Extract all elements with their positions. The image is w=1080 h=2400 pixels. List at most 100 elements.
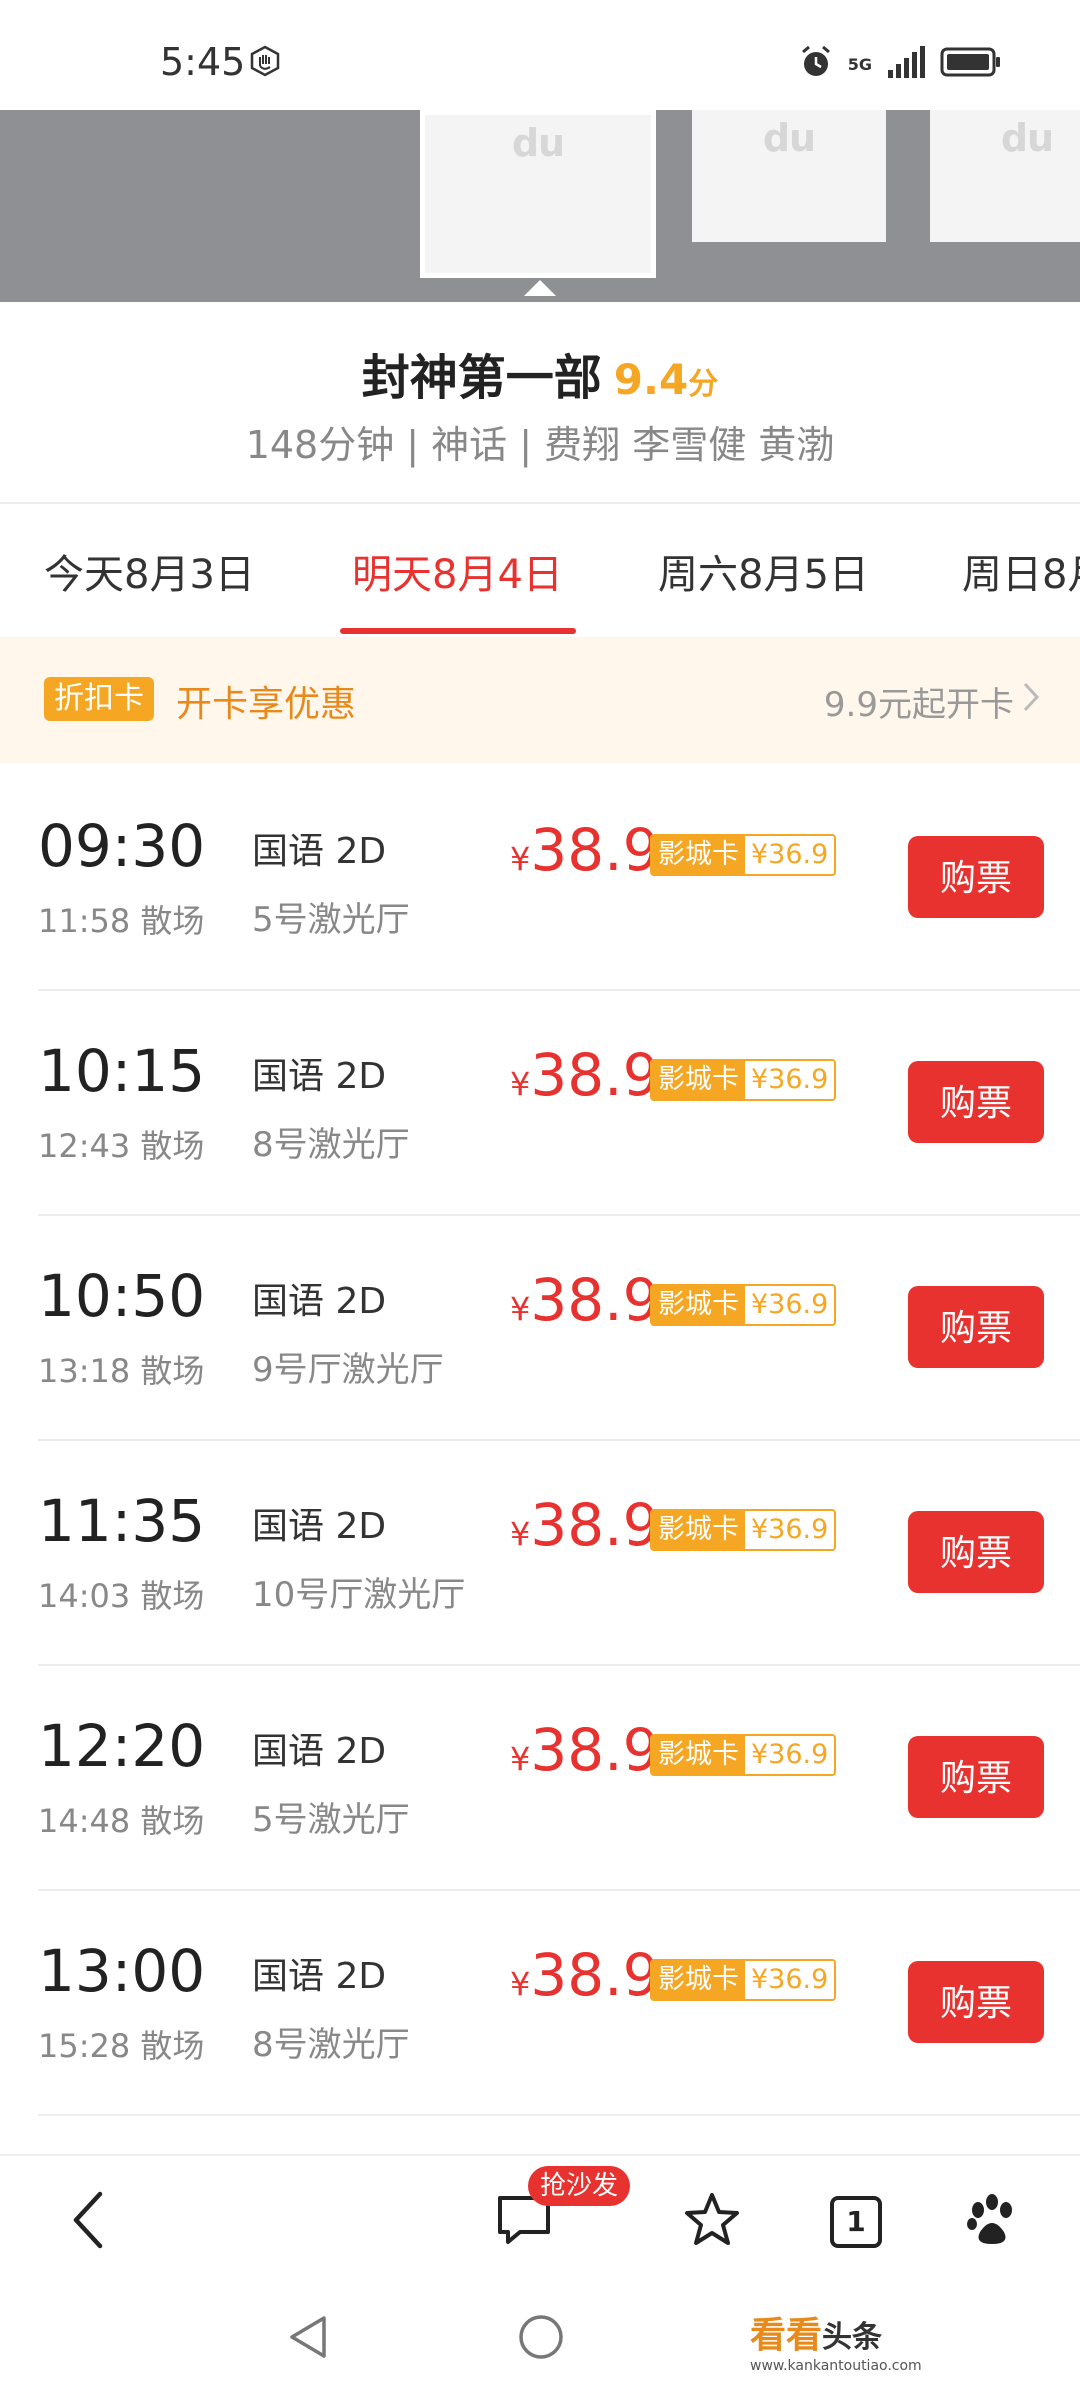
kankantoutiao-watermark: 看看头条 www.kankantoutiao.com [750, 2306, 922, 2374]
currency-symbol: ¥ [510, 1065, 531, 1103]
chevron-right-icon [1022, 681, 1040, 722]
hall-name: 9号厅激光厅 [252, 1350, 444, 1390]
selected-pointer [524, 280, 556, 296]
showtime-row: 10:15 12:43 散场 国语 2D 8号激光厅 ¥38.9 影城卡 ¥36.… [0, 991, 1080, 1216]
system-home-button[interactable] [506, 2304, 576, 2374]
price-amount: 38.9 [530, 1941, 660, 2009]
signal-icon [886, 46, 926, 82]
open-card-link[interactable]: 9.9元起开卡 [824, 677, 1040, 726]
sofa-badge: 抢沙发 [528, 2166, 631, 2206]
price-amount: 38.9 [530, 1716, 660, 1784]
du-logo: du [511, 121, 565, 165]
movie-score-unit: 分 [688, 367, 719, 402]
watermark-main-b: 头条 [822, 2320, 883, 2355]
currency-symbol: ¥ [510, 1740, 531, 1778]
tab-date-saturday[interactable]: 周六8月5日 [658, 542, 869, 600]
open-card-label: 9.9元起开卡 [823, 685, 1014, 725]
language-format: 国语 2D [252, 1281, 387, 1322]
card-label: 影城卡 [652, 836, 745, 874]
tab-date-sunday[interactable]: 周日8月6日 [962, 542, 1080, 600]
card-price: ¥36.9 [745, 836, 835, 874]
price: ¥38.9 [510, 1941, 660, 2009]
price: ¥38.9 [510, 1491, 660, 1559]
start-time: 13:00 [38, 1937, 206, 2005]
card-price: ¥36.9 [745, 1736, 835, 1774]
du-logo: du [1000, 116, 1054, 160]
movie-meta: 148分钟 | 神话 | 费翔 李雪健 黄渤 [245, 423, 835, 467]
language-format: 国语 2D [252, 1731, 387, 1772]
start-time: 10:15 [38, 1037, 206, 1105]
tab-date-today[interactable]: 今天8月3日 [44, 542, 255, 600]
price: ¥38.9 [510, 1041, 660, 1109]
showtime-row: 13:00 15:28 散场 国语 2D 8号激光厅 ¥38.9 影城卡 ¥36.… [0, 1891, 1080, 2116]
star-icon [682, 2191, 742, 2253]
price: ¥38.9 [510, 1716, 660, 1784]
movie-score: 9.4 [613, 355, 689, 404]
status-bar: 5:45 5G [0, 0, 1080, 110]
alarm-icon [798, 44, 834, 84]
discount-card-banner[interactable]: 折扣卡 开卡享优惠 9.9元起开卡 [0, 637, 1080, 763]
favorite-button[interactable] [672, 2182, 752, 2262]
cinema-card-tag: 影城卡 ¥36.9 [650, 1959, 837, 2001]
currency-symbol: ¥ [510, 1290, 531, 1328]
currency-symbol: ¥ [510, 840, 531, 878]
poster-strip[interactable]: du du du [0, 110, 1080, 302]
system-back-button[interactable] [274, 2304, 344, 2374]
hall-name: 8号激光厅 [252, 1125, 410, 1165]
buy-ticket-button[interactable]: 购票 [908, 836, 1044, 918]
showtime-row: 11:35 14:03 散场 国语 2D 10号厅激光厅 ¥38.9 影城卡 ¥3… [0, 1441, 1080, 1666]
language-format: 国语 2D [252, 831, 387, 872]
start-time: 12:20 [38, 1712, 206, 1780]
start-time: 10:50 [38, 1262, 206, 1330]
card-label: 影城卡 [652, 1511, 745, 1549]
battery-icon [940, 46, 1002, 82]
end-time: 12:43 散场 [38, 1127, 205, 1165]
end-time: 14:03 散场 [38, 1577, 205, 1615]
showtime-row: 10:50 13:18 散场 国语 2D 9号厅激光厅 ¥38.9 影城卡 ¥36… [0, 1216, 1080, 1441]
cinema-card-tag: 影城卡 ¥36.9 [650, 1284, 837, 1326]
chevron-left-icon [68, 2190, 108, 2254]
price: ¥38.9 [510, 1266, 660, 1334]
tab-date-tomorrow[interactable]: 明天8月4日 [352, 542, 563, 600]
buy-ticket-button[interactable]: 购票 [908, 1286, 1044, 1368]
hall-name: 10号厅激光厅 [252, 1575, 466, 1615]
buy-ticket-button[interactable]: 购票 [908, 1961, 1044, 2043]
card-label: 影城卡 [652, 1961, 745, 1999]
price-amount: 38.9 [530, 1266, 660, 1334]
card-price: ¥36.9 [745, 1286, 835, 1324]
language-format: 国语 2D [252, 1506, 387, 1547]
poster-selected[interactable]: du [420, 110, 656, 278]
movie-title: 封神第一部 [361, 350, 602, 406]
currency-symbol: ¥ [510, 1515, 531, 1553]
date-tabs: 今天8月3日 明天8月4日 周六8月5日 周日8月6日 [0, 504, 1080, 634]
active-tab-underline [340, 628, 576, 634]
cinema-card-tag: 影城卡 ¥36.9 [650, 1509, 837, 1551]
baidu-home-button[interactable] [952, 2182, 1032, 2262]
language-format: 国语 2D [252, 1056, 387, 1097]
end-time: 13:18 散场 [38, 1352, 205, 1390]
price-amount: 38.9 [530, 1491, 660, 1559]
tabs-button[interactable]: 1 [816, 2182, 896, 2262]
end-time: 14:48 散场 [38, 1802, 205, 1840]
back-button[interactable] [48, 2182, 128, 2262]
buy-ticket-button[interactable]: 购票 [908, 1061, 1044, 1143]
card-label: 影城卡 [652, 1061, 745, 1099]
end-time: 15:28 散场 [38, 2027, 205, 2065]
hall-name: 5号激光厅 [252, 900, 410, 940]
promo-text: 开卡享优惠 [176, 684, 357, 725]
buy-ticket-button[interactable]: 购票 [908, 1511, 1044, 1593]
status-time: 5:45 [160, 40, 246, 84]
hall-name: 5号激光厅 [252, 1800, 410, 1840]
buy-ticket-button[interactable]: 购票 [908, 1736, 1044, 1818]
currency-symbol: ¥ [510, 1965, 531, 2003]
poster-item[interactable]: du [692, 110, 886, 242]
tab-count: 1 [830, 2196, 882, 2248]
start-time: 09:30 [38, 812, 206, 880]
movie-info: 封神第一部 9.4分 148分钟 | 神话 | 费翔 李雪健 黄渤 [0, 302, 1080, 502]
browser-bottom-bar: 抢沙发 1 [0, 2154, 1080, 2280]
showtime-row: 09:30 11:58 散场 国语 2D 5号激光厅 ¥38.9 影城卡 ¥36.… [0, 766, 1080, 991]
row-divider [38, 2114, 1080, 2116]
hand-icon [248, 44, 282, 82]
poster-item[interactable]: du [930, 110, 1080, 242]
cinema-card-tag: 影城卡 ¥36.9 [650, 834, 837, 876]
